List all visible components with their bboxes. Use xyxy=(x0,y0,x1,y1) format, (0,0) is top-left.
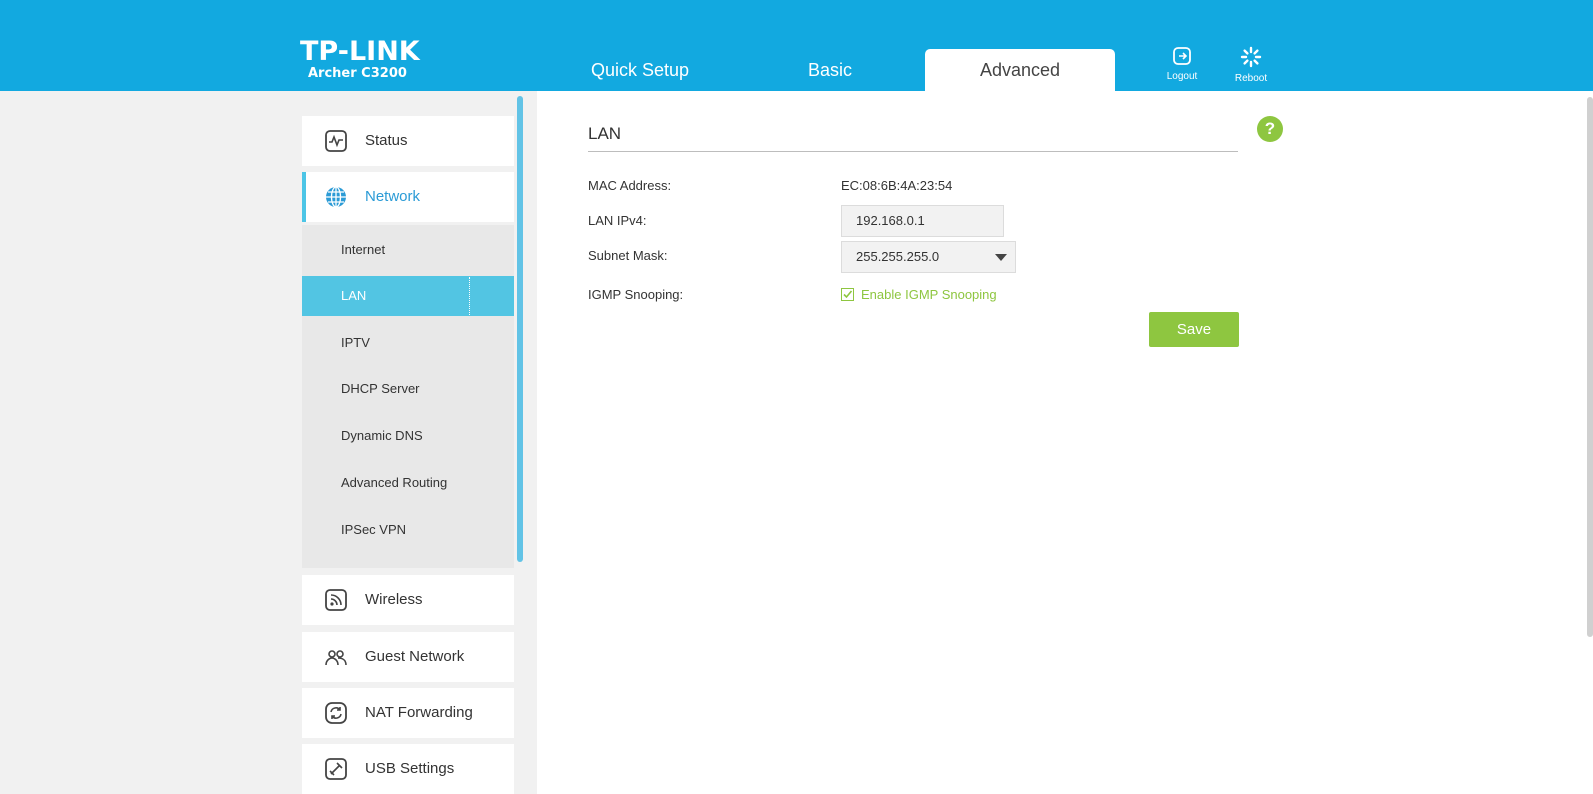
logout-icon xyxy=(1173,47,1191,65)
igmp-snooping-label: IGMP Snooping: xyxy=(588,287,684,302)
checkmark-icon xyxy=(843,290,853,299)
reboot-label: Reboot xyxy=(1234,73,1268,84)
sidebar-scrollbar[interactable] xyxy=(517,96,523,562)
submenu-item-dynamic-dns[interactable]: Dynamic DNS xyxy=(302,416,514,456)
reboot-icon xyxy=(1240,46,1262,68)
section-title: LAN xyxy=(588,124,622,143)
main-scrollbar[interactable] xyxy=(1587,97,1593,637)
sidebar-item-label: USB Settings xyxy=(365,760,455,777)
sidebar-item-wireless[interactable]: Wireless xyxy=(302,575,514,625)
globe-icon xyxy=(326,186,346,208)
network-submenu: Internet LAN IPTV DHCP Server Dynamic DN… xyxy=(302,225,514,568)
section-divider xyxy=(588,151,1238,152)
help-icon[interactable]: ? xyxy=(1257,116,1283,142)
sidebar-item-guest-network[interactable]: Guest Network xyxy=(302,632,514,682)
tab-advanced[interactable]: Advanced xyxy=(925,49,1115,91)
submenu-item-iptv[interactable]: IPTV xyxy=(302,323,514,363)
lan-ipv4-field[interactable]: 192.168.0.1 xyxy=(841,205,1004,237)
lan-ipv4-label: LAN IPv4: xyxy=(588,213,647,228)
subnet-mask-label: Subnet Mask: xyxy=(588,248,668,263)
sidebar-item-network[interactable]: Network xyxy=(302,172,514,222)
submenu-item-ipsec-vpn[interactable]: IPSec VPN xyxy=(302,510,514,550)
sidebar-item-label: Guest Network xyxy=(365,648,465,665)
reboot-button[interactable]: Reboot xyxy=(1221,46,1281,84)
sidebar-item-nat-forwarding[interactable]: NAT Forwarding xyxy=(302,688,514,738)
igmp-snooping-checkbox[interactable] xyxy=(841,288,854,301)
sidebar-item-label: Wireless xyxy=(365,591,423,608)
chevron-down-icon xyxy=(995,254,1007,261)
usb-icon xyxy=(325,758,347,780)
guest-icon xyxy=(325,650,347,666)
tab-basic[interactable]: Basic xyxy=(750,49,910,91)
subnet-mask-value: 255.255.255.0 xyxy=(856,249,940,264)
mac-address-value: EC:08:6B:4A:23:54 xyxy=(841,178,953,193)
submenu-item-dhcp-server[interactable]: DHCP Server xyxy=(302,369,514,409)
submenu-item-internet[interactable]: Internet xyxy=(302,230,514,270)
sidebar-item-status[interactable]: Status xyxy=(302,116,514,166)
igmp-snooping-checkbox-label[interactable]: Enable IGMP Snooping xyxy=(861,287,997,302)
mac-address-label: MAC Address: xyxy=(588,178,672,193)
sidebar-item-label: Status xyxy=(365,132,408,149)
tp-link-logo: TP-LINK Archer C3200 xyxy=(300,38,420,82)
subnet-mask-select[interactable]: 255.255.255.0 xyxy=(841,241,1016,273)
sidebar-item-usb-settings[interactable]: USB Settings xyxy=(302,744,514,794)
submenu-item-advanced-routing[interactable]: Advanced Routing xyxy=(302,463,514,503)
sidebar-item-label: Network xyxy=(365,188,421,205)
model-name: Archer C3200 xyxy=(308,66,407,81)
status-icon xyxy=(325,130,347,152)
wireless-icon xyxy=(325,589,347,611)
logout-label: Logout xyxy=(1166,71,1198,82)
logo-text: TP-LINK xyxy=(300,36,420,67)
sidebar-item-label: NAT Forwarding xyxy=(365,704,473,721)
logout-button[interactable]: Logout xyxy=(1152,46,1212,82)
save-button[interactable]: Save xyxy=(1149,312,1239,347)
main-panel xyxy=(537,91,1593,794)
refresh-icon xyxy=(325,702,347,724)
top-header: TP-LINK Archer C3200 Quick Setup Basic A… xyxy=(0,0,1593,91)
submenu-item-lan[interactable]: LAN xyxy=(302,276,514,316)
tab-quick-setup[interactable]: Quick Setup xyxy=(560,49,720,91)
